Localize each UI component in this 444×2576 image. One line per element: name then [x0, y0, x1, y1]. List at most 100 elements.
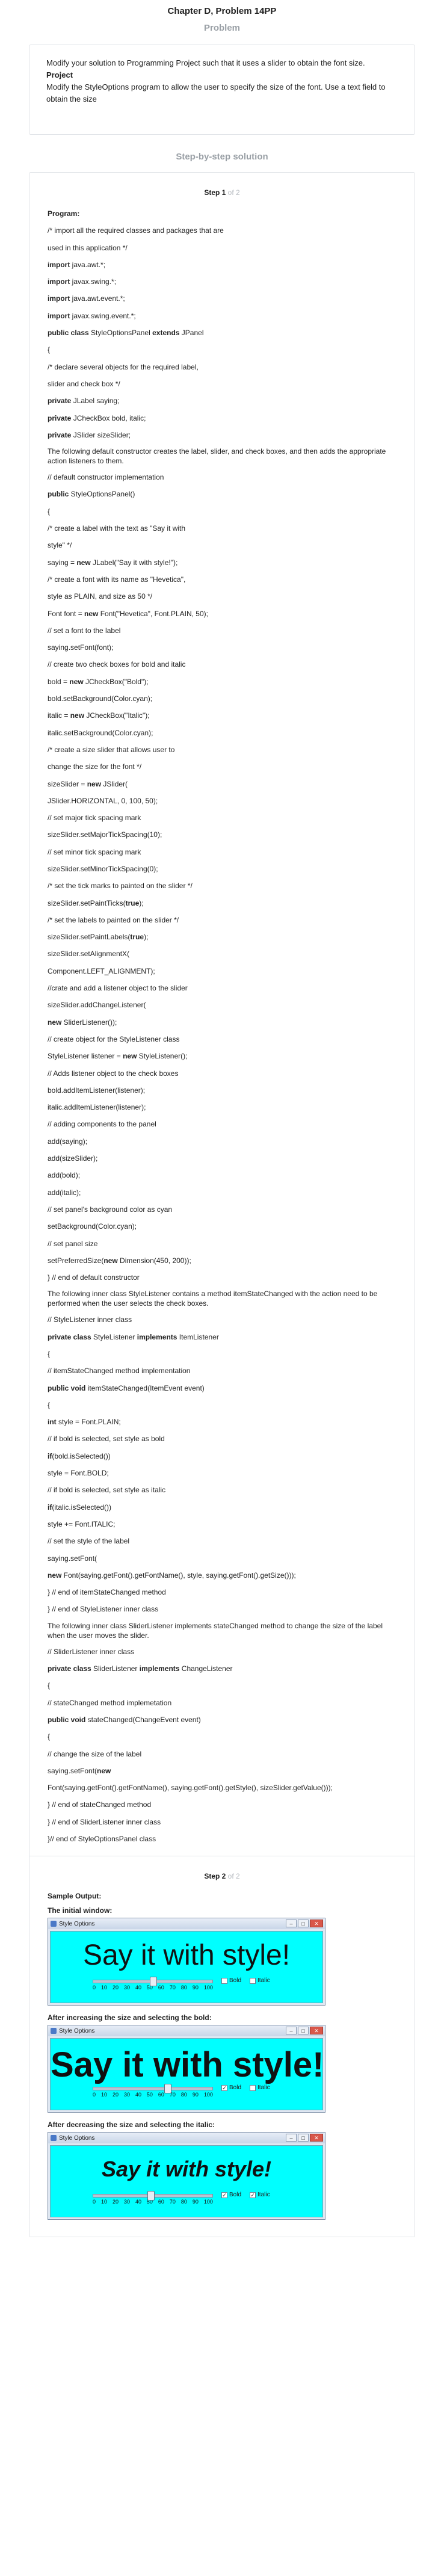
code-keyword: private class	[48, 1332, 91, 1341]
code-keyword: new	[70, 711, 85, 720]
code-text: // adding components to the panel	[48, 1120, 156, 1129]
bold-checkbox[interactable]: Bold	[221, 1977, 241, 1984]
bold-checkbox-box[interactable]: ✓	[221, 2191, 227, 2198]
code-line: italic.setBackground(Color.cyan);	[48, 724, 396, 741]
italic-checkbox[interactable]: ✓ Italic	[250, 2191, 270, 2198]
slider-track[interactable]	[93, 2191, 213, 2201]
code-text: style = Font.PLAIN;	[56, 1418, 121, 1427]
maximize-button[interactable]: □	[298, 2027, 309, 2035]
code-line: public void itemStateChanged(ItemEvent e…	[48, 1380, 396, 1397]
code-text: Component.LEFT_ALIGNMENT);	[48, 966, 155, 975]
code-line: used in this application */	[48, 239, 396, 256]
code-line: {	[48, 1397, 396, 1413]
code-keyword: extends	[152, 329, 180, 338]
bold-checkbox[interactable]: ✓ Bold	[221, 2191, 241, 2198]
bold-checkbox[interactable]: ✓ Bold	[221, 2084, 241, 2091]
code-line: /* import all the required classes and p…	[48, 222, 396, 239]
close-button[interactable]: ✕	[310, 2134, 323, 2142]
code-keyword: Program:	[48, 209, 80, 218]
code-text: /* import all the required classes and p…	[48, 226, 224, 235]
style-panel: Say it with style! 0 10 20 30 40 50 60 70 80 90 100…	[50, 2038, 324, 2111]
code-line: private class SliderListener implements …	[48, 1660, 396, 1677]
code-keyword: private	[48, 413, 72, 422]
slider-track[interactable]	[93, 1977, 213, 1987]
code-keyword: private	[48, 397, 72, 406]
initial-window-label: The initial window:	[48, 1906, 113, 1915]
step2-body: Sample Output: The initial window: Style…	[29, 1889, 415, 2237]
slider-thumb[interactable]	[164, 2084, 171, 2094]
slider-tick-label: 30	[123, 1985, 130, 1991]
code-text: // set major tick spacing mark	[48, 814, 141, 823]
minimize-button[interactable]: –	[286, 2027, 297, 2035]
slider-tick-label: 70	[169, 1985, 176, 1991]
code-line: style = Font.BOLD;	[48, 1465, 396, 1481]
code-text: stateChanged(ChangeEvent event)	[85, 1715, 201, 1724]
slider-thumb[interactable]	[147, 2191, 155, 2201]
italic-checkbox-label: Italic	[257, 1977, 270, 1985]
code-text: italic.setBackground(Color.cyan);	[48, 728, 153, 737]
code-line: }// end of StyleOptionsPanel class	[48, 1830, 396, 1847]
code-line: if(italic.isSelected())	[48, 1499, 396, 1516]
code-line: // set panel's background color as cyan	[48, 1201, 396, 1218]
window-titlebar[interactable]: Style Options – □ ✕	[48, 2025, 325, 2037]
code-text: // set the style of the label	[48, 1537, 130, 1546]
bold-checkbox-box[interactable]: ✓	[221, 2084, 227, 2091]
code-text: } // end of SliderListener inner class	[48, 1817, 161, 1826]
code-line: sizeSlider.setPaintTicks(true);	[48, 895, 396, 912]
italic-checkbox-box[interactable]	[250, 2084, 256, 2091]
slider-tick-label: 50	[146, 2092, 153, 2098]
italic-checkbox-box[interactable]: ✓	[250, 2191, 256, 2198]
minimize-button[interactable]: –	[286, 2134, 297, 2142]
bold-checkbox-box[interactable]	[221, 1977, 227, 1984]
code-line: bold.addItemListener(listener);	[48, 1082, 396, 1099]
close-button[interactable]: ✕	[310, 2027, 323, 2035]
maximize-button[interactable]: □	[298, 1920, 309, 1928]
slider-thumb[interactable]	[150, 1977, 157, 1987]
window-controls: – □ ✕	[286, 2134, 323, 2142]
code-text: //crate and add a listener object to the…	[48, 984, 188, 993]
step1-code-body: Program: /* import all the required class…	[29, 205, 415, 1847]
italic-checkbox[interactable]: Italic	[250, 2084, 270, 2091]
code-keyword: import	[48, 260, 70, 269]
minimize-button[interactable]: –	[286, 1920, 297, 1928]
code-text: sizeSlider.setMajorTickSpacing(10);	[48, 830, 162, 839]
code-text: change the size for the font */	[48, 762, 142, 771]
code-line: {	[48, 1728, 396, 1745]
window-titlebar[interactable]: Style Options – □ ✕	[48, 2133, 325, 2144]
code-keyword: new	[69, 677, 84, 686]
code-line: import java.awt.*;	[48, 256, 396, 273]
window-titlebar[interactable]: Style Options – □ ✕	[48, 1918, 325, 1930]
size-slider[interactable]: 0 10 20 30 40 50 60 70 80 90 100	[93, 2190, 213, 2205]
code-keyword: implements	[137, 1332, 177, 1341]
code-keyword: import	[48, 311, 70, 320]
size-slider[interactable]: 0 10 20 30 40 50 60 70 80 90 100	[93, 2083, 213, 2098]
code-text: Font(saying.getFont().getFontName(), say…	[48, 1784, 333, 1793]
close-button[interactable]: ✕	[310, 1920, 323, 1928]
code-line: Font font = new Font("Hevetica", Font.PL…	[48, 605, 396, 622]
code-line: /* create a label with the text as "Say …	[48, 520, 396, 537]
code-text: sizeSlider =	[48, 779, 87, 788]
code-text: add(saying);	[48, 1137, 88, 1146]
italic-checkbox-box[interactable]	[250, 1977, 256, 1984]
code-text: style += Font.ITALIC;	[48, 1519, 116, 1528]
controls-row: 0 10 20 30 40 50 60 70 80 90 100 ✓ Bold ✓ Italic	[93, 2190, 270, 2205]
code-text: sizeSlider.setPaintTicks(	[48, 898, 126, 907]
maximize-button[interactable]: □	[298, 2134, 309, 2142]
code-keyword: new	[76, 558, 91, 567]
italic-checkbox-label: Italic	[257, 2191, 270, 2199]
code-line: /* create a size slider that allows user…	[48, 741, 396, 758]
code-line: style" */	[48, 537, 396, 554]
code-line: {	[48, 341, 396, 358]
code-line: } // end of itemStateChanged method	[48, 1584, 396, 1601]
code-text: // create two check boxes for bold and i…	[48, 660, 186, 669]
code-line: /* create a font with its name as "Hevet…	[48, 571, 396, 588]
code-text: (bold.isSelected())	[52, 1451, 111, 1460]
code-line: setPreferredSize(new Dimension(450, 200)…	[48, 1252, 396, 1269]
controls-row: 0 10 20 30 40 50 60 70 80 90 100 Bold Italic	[93, 1976, 270, 1991]
size-slider[interactable]: 0 10 20 30 40 50 60 70 80 90 100	[93, 1976, 213, 1991]
slider-tick-label: 80	[180, 2199, 187, 2205]
slider-track[interactable]	[93, 2084, 213, 2094]
italic-checkbox[interactable]: Italic	[250, 1977, 270, 1984]
code-line: The following default constructor create…	[48, 443, 396, 469]
code-text: slider and check box */	[48, 379, 120, 388]
